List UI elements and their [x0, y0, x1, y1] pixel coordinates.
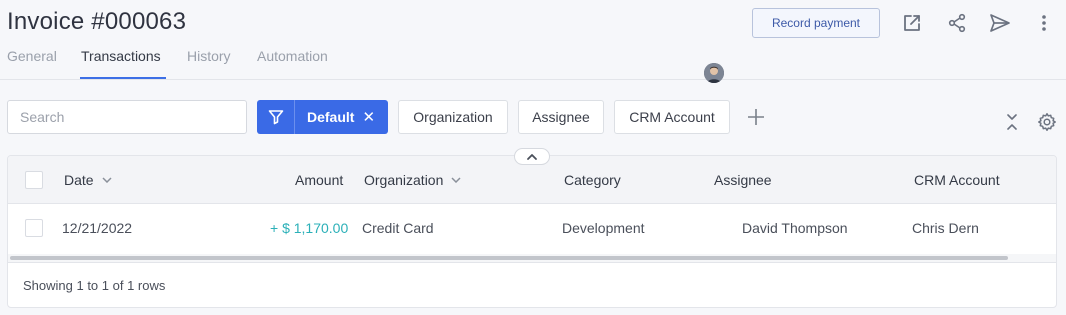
search-input[interactable]: [7, 100, 247, 134]
cell-crm-account: Chris Dern: [912, 220, 979, 236]
divider: [8, 262, 1056, 263]
tab-general[interactable]: General: [7, 48, 57, 64]
external-link-icon[interactable]: [901, 12, 923, 34]
cell-date: 12/21/2022: [62, 220, 133, 236]
chevron-up-icon: [527, 153, 537, 160]
gear-icon[interactable]: [1037, 112, 1057, 132]
tab-transactions[interactable]: Transactions: [81, 48, 161, 64]
record-payment-button[interactable]: Record payment: [752, 8, 880, 38]
column-header-amount[interactable]: Amount: [295, 172, 343, 188]
default-filter-button[interactable]: Default ✕: [257, 100, 388, 134]
share-icon[interactable]: [946, 12, 968, 34]
chevron-down-icon: [451, 177, 461, 183]
collapse-toolbar-handle[interactable]: [514, 148, 550, 165]
cell-assignee: David Thompson: [742, 220, 848, 236]
send-icon[interactable]: [989, 12, 1011, 34]
active-filter-label: Default: [307, 109, 355, 125]
transactions-table: Date Amount Organization Category Assign…: [7, 155, 1057, 308]
tab-bar: General Transactions History Automation: [0, 46, 1066, 80]
filter-chip-assignee[interactable]: Assignee: [518, 100, 604, 134]
cell-category: Development: [562, 220, 645, 236]
column-header-organization[interactable]: Organization: [364, 172, 461, 188]
cell-amount: + $ 1,170.00: [270, 220, 349, 236]
page-title: Invoice #000063: [7, 8, 187, 35]
avatar: [704, 63, 724, 83]
filter-chip-crm-account[interactable]: CRM Account: [614, 100, 730, 134]
pagination-summary: Showing 1 to 1 of 1 rows: [23, 278, 166, 293]
active-tab-indicator: [80, 77, 166, 79]
add-filter-icon[interactable]: [745, 106, 767, 128]
table-row[interactable]: 12/21/2022 + $ 1,170.00 Credit Card Deve…: [8, 204, 1056, 254]
column-header-crm-account[interactable]: CRM Account: [914, 172, 1000, 188]
chevron-down-icon: [102, 177, 112, 183]
select-all-checkbox[interactable]: [25, 171, 43, 189]
remove-filter-icon[interactable]: ✕: [362, 108, 375, 126]
more-vertical-icon[interactable]: [1033, 12, 1055, 34]
tab-history[interactable]: History: [187, 48, 231, 64]
row-checkbox[interactable]: [25, 219, 43, 237]
column-header-assignee[interactable]: Assignee: [714, 172, 772, 188]
cell-organization: Credit Card: [362, 220, 434, 236]
filter-icon: [257, 100, 295, 134]
column-header-date[interactable]: Date: [64, 172, 112, 188]
horizontal-scrollbar[interactable]: [10, 256, 1008, 260]
horizontal-scroll-track[interactable]: [8, 254, 1056, 262]
column-header-category[interactable]: Category: [564, 172, 621, 188]
collapse-all-icon[interactable]: [1004, 113, 1020, 131]
tab-automation[interactable]: Automation: [257, 48, 328, 64]
filter-chip-organization[interactable]: Organization: [398, 100, 508, 134]
